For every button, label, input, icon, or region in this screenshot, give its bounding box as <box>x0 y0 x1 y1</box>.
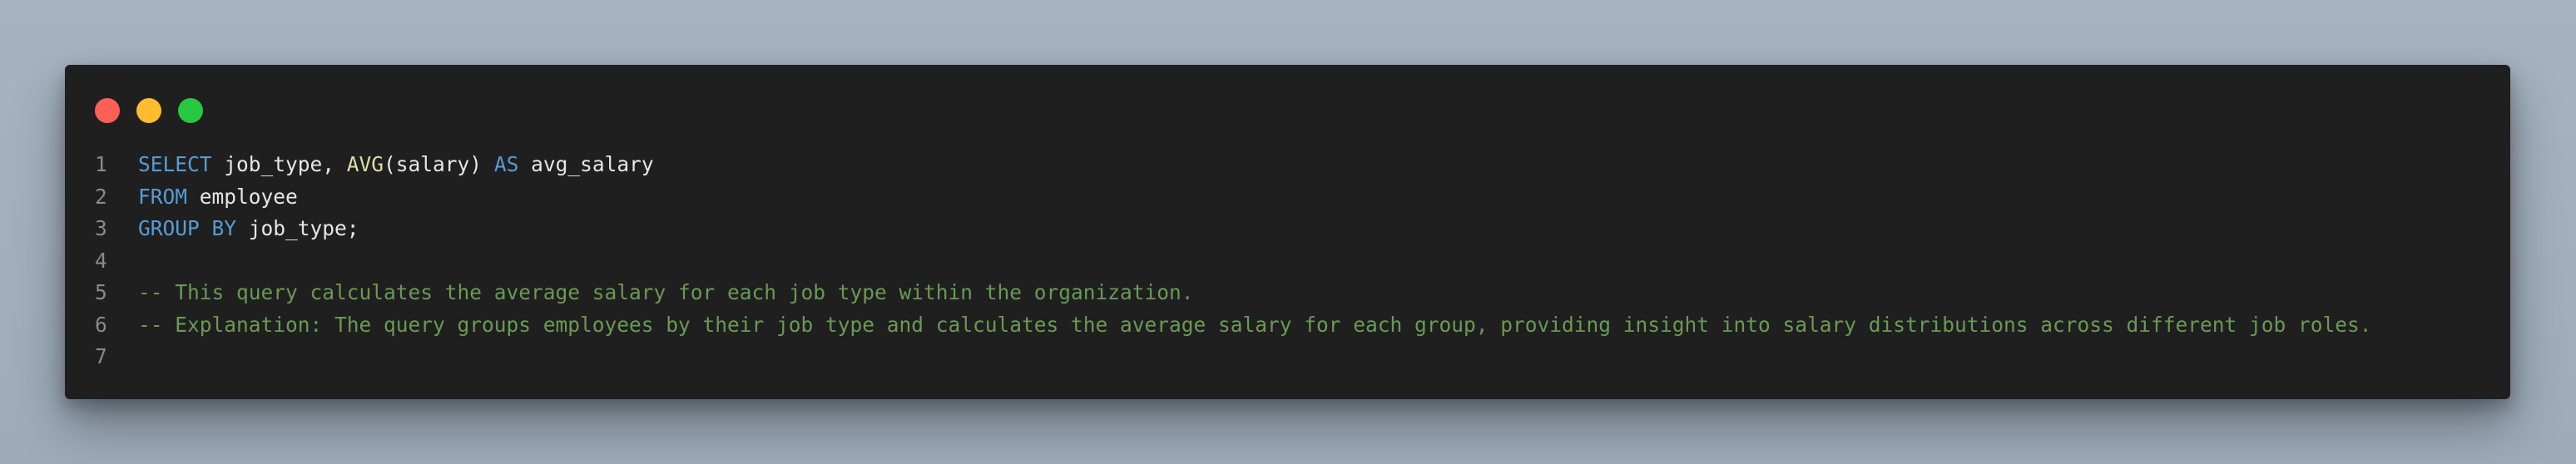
code-line: 1 SELECT job_type, AVG(salary) AS avg_sal… <box>65 149 2510 181</box>
code-identifier: employee <box>187 184 298 209</box>
line-source: GROUP BY job_type; <box>135 213 359 245</box>
code-line: 3 GROUP BY job_type; <box>65 213 2510 245</box>
code-window: 1 SELECT job_type, AVG(salary) AS avg_sal… <box>65 65 2510 399</box>
line-number: 4 <box>95 248 107 273</box>
code-keyword: FROM <box>138 184 188 209</box>
code-line: 2 FROM employee <box>65 181 2510 214</box>
minimize-window-icon[interactable] <box>136 98 161 123</box>
line-source <box>135 341 138 373</box>
code-keyword: SELECT <box>138 152 212 176</box>
line-number: 5 <box>95 280 107 304</box>
line-number: 1 <box>95 152 107 176</box>
line-number: 7 <box>95 344 107 368</box>
line-number: 6 <box>95 312 107 337</box>
line-source: -- Explanation: The query groups employe… <box>135 309 2372 342</box>
window-titlebar <box>95 98 203 123</box>
line-number: 2 <box>95 184 107 209</box>
code-line: 7 <box>65 341 2510 373</box>
code-block: 1 SELECT job_type, AVG(salary) AS avg_sal… <box>65 149 2510 373</box>
code-comment: -- Explanation: The query groups employe… <box>138 312 2372 337</box>
code-identifier: avg_salary <box>518 152 654 176</box>
code-identifier: job_type, <box>211 152 347 176</box>
code-identifier: job_type; <box>236 216 359 240</box>
code-line: 5 -- This query calculates the average sa… <box>65 277 2510 309</box>
line-source: -- This query calculates the average sal… <box>135 277 1194 309</box>
line-source: FROM employee <box>135 181 298 214</box>
line-source: SELECT job_type, AVG(salary) AS avg_sala… <box>135 149 654 181</box>
code-line: 4 <box>65 245 2510 278</box>
code-function: AVG <box>346 152 384 176</box>
line-source <box>135 245 138 278</box>
code-identifier: (salary) <box>384 152 494 176</box>
code-keyword: AS <box>493 152 519 176</box>
maximize-window-icon[interactable] <box>178 98 203 123</box>
close-window-icon[interactable] <box>95 98 120 123</box>
line-number: 3 <box>95 216 107 240</box>
code-line: 6 -- Explanation: The query groups employ… <box>65 309 2510 342</box>
code-comment: -- This query calculates the average sal… <box>138 280 1194 304</box>
code-keyword: GROUP BY <box>138 216 237 240</box>
